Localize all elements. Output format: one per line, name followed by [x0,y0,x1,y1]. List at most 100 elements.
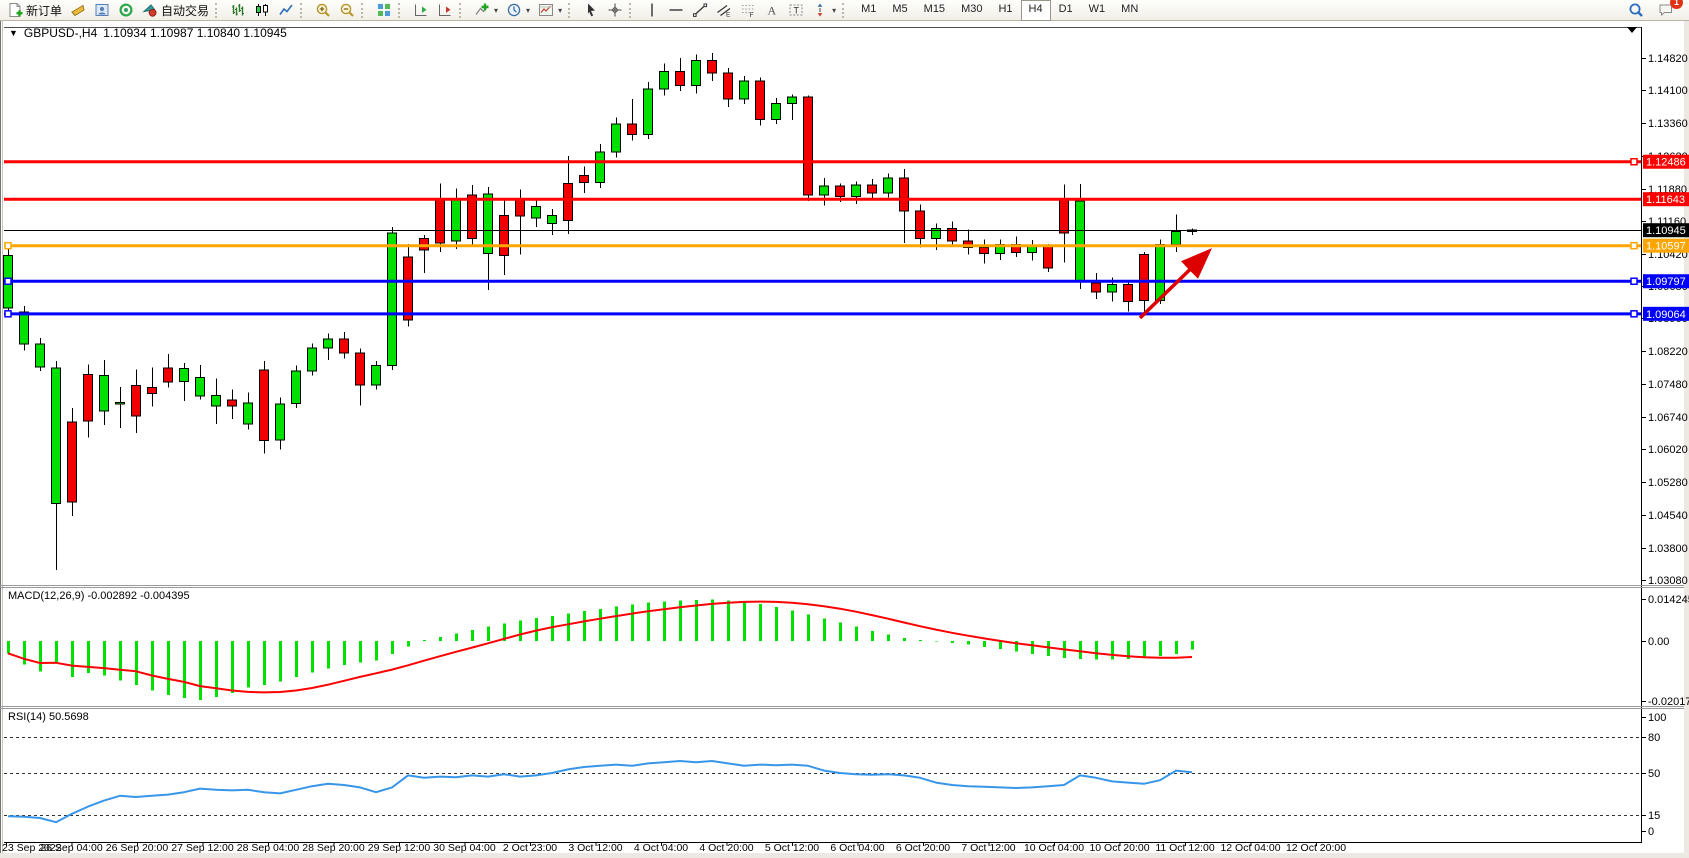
trendline-icon [692,2,708,18]
chevron-down-icon[interactable]: ▾ [558,6,562,15]
svg-text:1.14820: 1.14820 [1648,53,1688,65]
search-button[interactable] [1624,0,1648,21]
crosshair-icon [607,2,623,18]
svg-text:0.00: 0.00 [1648,636,1669,648]
new-order-button[interactable]: 新订单 [3,0,66,21]
candle [1044,244,1053,272]
svg-text:1.10597: 1.10597 [1646,241,1686,253]
time-axis: 23 Sep 202226 Sep 04:0026 Sep 20:0027 Se… [2,842,1346,854]
arrows-icon [812,2,828,18]
candle [804,95,813,201]
zoom-out-button[interactable] [335,0,359,21]
channel-button[interactable]: E [712,0,736,21]
profile-button[interactable] [90,0,114,21]
svg-text:1.03800: 1.03800 [1648,543,1688,555]
arrows-button[interactable]: ▾ [808,0,840,21]
candle [372,361,381,389]
timeframe-d1-button[interactable]: D1 [1051,0,1081,21]
svg-text:1.11643: 1.11643 [1646,194,1685,206]
svg-text:-0.020171: -0.020171 [1648,696,1689,708]
timeframe-h1-button[interactable]: H1 [990,0,1020,21]
profile-icon [94,2,110,18]
svg-text:10 Oct 04:00: 10 Oct 04:00 [1024,842,1084,854]
svg-text:6 Oct 04:00: 6 Oct 04:00 [830,842,884,854]
channel-icon: E [716,2,732,18]
new-order-button-label: 新订单 [26,2,62,19]
timeframe-h4-button[interactable]: H4 [1021,0,1051,21]
chevron-down-icon[interactable]: ▾ [494,6,498,15]
autoscroll-icon [413,2,429,18]
label-icon: T [788,2,804,18]
svg-text:11 Oct 12:00: 11 Oct 12:00 [1155,842,1215,854]
zoom-in-button[interactable] [311,0,335,21]
candlestick-chart-button[interactable] [250,0,274,21]
svg-text:27 Sep 12:00: 27 Sep 12:00 [171,842,234,854]
indicators-button[interactable]: ▾ [470,0,502,21]
svg-text:T: T [794,6,800,16]
timeframe-m15-button[interactable]: M15 [916,0,953,21]
timeframe-w1-button[interactable]: W1 [1081,0,1114,21]
bar-chart-button[interactable] [226,0,250,21]
metaeditor-button[interactable] [66,0,90,21]
svg-text:100: 100 [1648,712,1666,724]
svg-text:1.06740: 1.06740 [1648,412,1688,424]
toolbar-grip[interactable] [629,3,636,18]
toolbar-grip[interactable] [215,3,222,18]
chart-shift-button[interactable] [433,0,457,21]
trendline-button[interactable] [688,0,712,21]
cursor-button[interactable] [579,0,603,21]
svg-text:12 Oct 20:00: 12 Oct 20:00 [1286,842,1346,854]
autotrading-button-label: 自动交易 [161,2,209,19]
chart-title-collapse-icon[interactable]: ▼ [9,28,18,38]
vertical-line-button[interactable] [640,0,664,21]
toolbar-grip[interactable] [361,3,368,18]
toolbar-grip[interactable] [842,3,849,18]
indicators-icon [474,2,490,18]
cursor-icon [583,2,599,18]
svg-text:6 Oct 20:00: 6 Oct 20:00 [896,842,950,854]
chat-button[interactable]: 1 [1654,0,1678,21]
candle [68,408,77,516]
svg-text:7 Oct 12:00: 7 Oct 12:00 [961,842,1015,854]
svg-text:0: 0 [1648,826,1654,838]
svg-text:3 Oct 12:00: 3 Oct 12:00 [568,842,622,854]
alerts-button[interactable] [114,0,138,21]
svg-text:5 Oct 12:00: 5 Oct 12:00 [765,842,819,854]
svg-text:30 Sep 04:00: 30 Sep 04:00 [433,842,496,854]
notification-badge: 1 [1670,0,1683,9]
candle [644,82,653,139]
svg-text:50: 50 [1648,768,1660,780]
zoom-in-icon [315,2,331,18]
svg-text:2 Oct 23:00: 2 Oct 23:00 [503,842,557,854]
chevron-down-icon[interactable]: ▾ [832,6,836,15]
hline-icon [668,2,684,18]
text-button[interactable]: A [760,0,784,21]
crosshair-button[interactable] [603,0,627,21]
timeframe-m30-button[interactable]: M30 [953,0,990,21]
templates-button[interactable]: ▾ [534,0,566,21]
autotrading-button[interactable]: 自动交易 [138,0,213,21]
periodicity-button[interactable]: ▾ [502,0,534,21]
horizontal-line-button[interactable] [664,0,688,21]
toolbar-grip[interactable] [300,3,307,18]
timeframe-m1-button[interactable]: M1 [853,0,884,21]
line-chart-button[interactable] [274,0,298,21]
toolbar-grip[interactable] [398,3,405,18]
timeframe-mn-button[interactable]: MN [1113,0,1146,21]
svg-text:A: A [768,4,777,18]
auto-scroll-button[interactable] [409,0,433,21]
svg-text:4 Oct 04:00: 4 Oct 04:00 [634,842,688,854]
text-label-button[interactable]: T [784,0,808,21]
chart-shift-icon [437,2,453,18]
toolbar-grip[interactable] [568,3,575,18]
chart-symbol-period: GBPUSD-,H4 [24,26,97,40]
mt4-window: 1.148201.141001.133601.126201.118801.111… [0,0,1689,858]
svg-text:1.04540: 1.04540 [1648,510,1688,522]
fibonacci-button[interactable]: F [736,0,760,21]
toolbar-grip[interactable] [459,3,466,18]
tile-windows-button[interactable] [372,0,396,21]
svg-text:1.14100: 1.14100 [1648,85,1688,97]
chevron-down-icon[interactable]: ▾ [526,6,530,15]
search-icon [1628,2,1644,18]
timeframe-m5-button[interactable]: M5 [884,0,915,21]
